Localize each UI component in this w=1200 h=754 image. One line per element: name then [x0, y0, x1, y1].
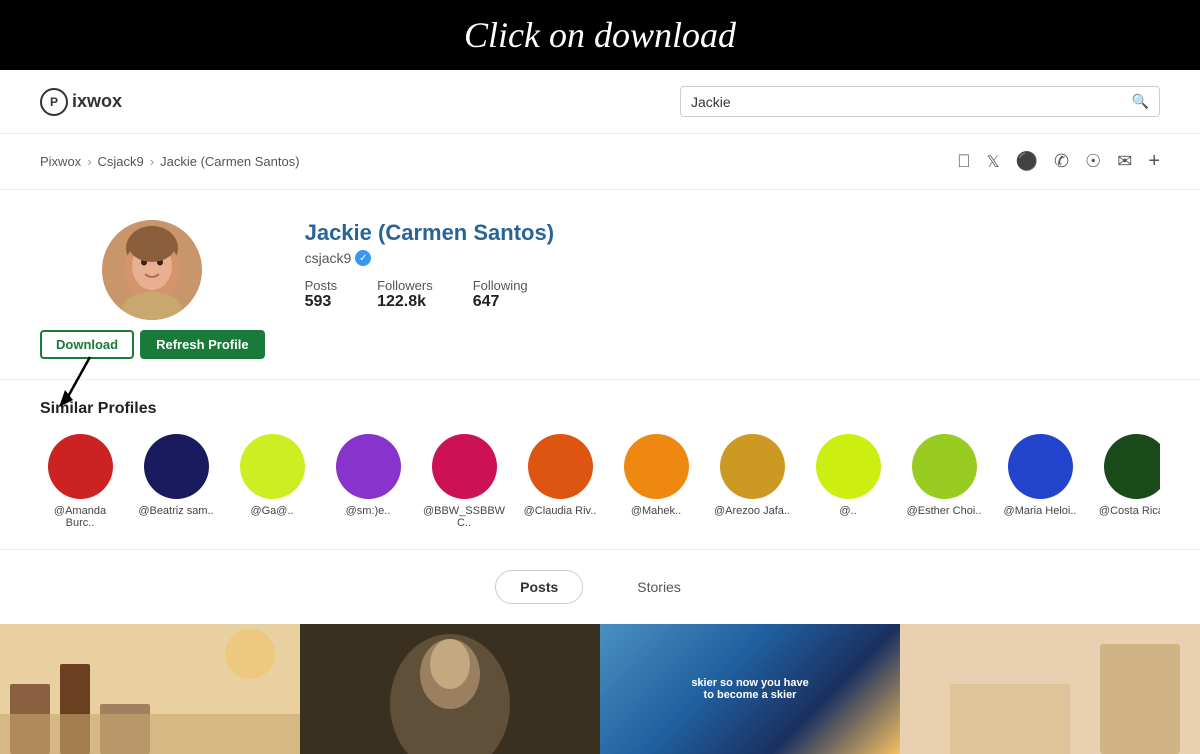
similar-profile-item[interactable]: @Ga@.. — [232, 434, 312, 517]
top-banner: Click on download — [0, 0, 1200, 70]
similar-section: Similar Profiles @Amanda Burc.. @Beatriz… — [0, 379, 1200, 550]
banner-text: Click on download — [464, 15, 736, 55]
similar-profile-name: @Esther Choi.. — [907, 505, 982, 517]
profile-buttons: Download Refresh Profile — [40, 330, 265, 359]
similar-avatar — [144, 434, 209, 499]
followers-label: Followers — [377, 278, 433, 293]
similar-avatar — [48, 434, 113, 499]
avatar — [102, 220, 202, 320]
search-input[interactable] — [691, 94, 1132, 110]
logo[interactable]: P ixwox — [40, 88, 122, 116]
search-bar: 🔍 — [680, 86, 1160, 117]
profile-name: Jackie (Carmen Santos) — [305, 220, 1160, 246]
similar-list: @Amanda Burc.. @Beatriz sam.. @Ga@.. @sm… — [40, 434, 1160, 529]
verified-badge: ✓ — [355, 250, 371, 266]
following-label: Following — [473, 278, 528, 293]
similar-avatar — [1104, 434, 1161, 499]
similar-profile-item[interactable]: @Costa Rican. — [1096, 434, 1160, 517]
similar-avatar — [912, 434, 977, 499]
similar-profile-item[interactable]: @Claudia Riv.. — [520, 434, 600, 517]
similar-avatar — [528, 434, 593, 499]
post-thumb-4[interactable] — [900, 624, 1200, 754]
profile-username: csjack9 ✓ — [305, 250, 1160, 266]
search-icon[interactable]: 🔍 — [1132, 93, 1149, 110]
stat-following: Following 647 — [473, 278, 528, 311]
similar-profile-name: @Maria Heloi.. — [1004, 505, 1077, 517]
profile-info: Jackie (Carmen Santos) csjack9 ✓ Posts 5… — [305, 220, 1160, 311]
pinterest-icon[interactable]: ⚫ — [1016, 151, 1038, 172]
similar-avatar — [432, 434, 497, 499]
post-thumb-2[interactable] — [300, 624, 600, 754]
breadcrumb-current: Jackie (Carmen Santos) — [160, 154, 299, 169]
breadcrumb-sep-1: › — [87, 154, 91, 169]
posts-value: 593 — [305, 293, 338, 311]
similar-profile-name: @sm:)e.. — [346, 505, 391, 517]
similar-profile-item[interactable]: @Amanda Burc.. — [40, 434, 120, 529]
breadcrumb-pixwox[interactable]: Pixwox — [40, 154, 81, 169]
reddit-icon[interactable]: ☉ — [1085, 151, 1101, 172]
similar-profile-item[interactable]: @Arezoo Jafa.. — [712, 434, 792, 517]
breadcrumb: Pixwox › Csjack9 › Jackie (Carmen Santos… — [40, 154, 300, 169]
social-icons:  𝕏 ⚫ ✆ ☉ ✉ + — [957, 150, 1160, 173]
stat-posts: Posts 593 — [305, 278, 338, 311]
tabs-row: Posts Stories — [0, 550, 1200, 614]
tab-posts[interactable]: Posts — [495, 570, 583, 604]
profile-stats: Posts 593 Followers 122.8k Following 647 — [305, 278, 1160, 311]
refresh-profile-button[interactable]: Refresh Profile — [140, 330, 264, 359]
followers-value: 122.8k — [377, 293, 433, 311]
arrow-svg — [55, 352, 105, 412]
similar-profile-name: @.. — [839, 505, 856, 517]
similar-profile-name: @Claudia Riv.. — [524, 505, 597, 517]
logo-icon: P — [40, 88, 68, 116]
profile-left: Download Refresh Profile — [40, 220, 265, 359]
posts-grid: skier so now you have to become a skier — [0, 614, 1200, 754]
logo-text: ixwox — [72, 91, 122, 112]
similar-avatar — [816, 434, 881, 499]
similar-profile-item[interactable]: @Maria Heloi.. — [1000, 434, 1080, 517]
stat-followers: Followers 122.8k — [377, 278, 433, 311]
similar-profile-name: @Mahek.. — [631, 505, 681, 517]
arrow-indicator — [55, 352, 105, 417]
more-icon[interactable]: + — [1148, 150, 1160, 173]
similar-profile-name: @Amanda Burc.. — [40, 505, 120, 529]
posts-label: Posts — [305, 278, 338, 293]
similar-profile-item[interactable]: @Esther Choi.. — [904, 434, 984, 517]
similar-profile-item[interactable]: @Mahek.. — [616, 434, 696, 517]
similar-profile-name: @Arezoo Jafa.. — [714, 505, 790, 517]
tab-stories[interactable]: Stories — [613, 570, 705, 604]
post-thumb-text: skier so now you have to become a skier — [675, 667, 825, 711]
similar-profile-name: @Costa Rican. — [1099, 505, 1160, 517]
facebook-icon[interactable]:  — [957, 151, 971, 172]
post-thumb-1[interactable] — [0, 624, 300, 754]
similar-profile-item[interactable]: @.. — [808, 434, 888, 517]
breadcrumb-row: Pixwox › Csjack9 › Jackie (Carmen Santos… — [0, 134, 1200, 190]
similar-profile-name: @Ga@.. — [250, 505, 293, 517]
similar-avatar — [720, 434, 785, 499]
whatsapp-icon[interactable]: ✆ — [1054, 151, 1069, 172]
similar-title: Similar Profiles — [40, 400, 1160, 418]
similar-avatar — [624, 434, 689, 499]
breadcrumb-sep-2: › — [150, 154, 154, 169]
breadcrumb-csjack9[interactable]: Csjack9 — [98, 154, 144, 169]
following-value: 647 — [473, 293, 528, 311]
similar-avatar — [336, 434, 401, 499]
similar-profile-item[interactable]: @sm:)e.. — [328, 434, 408, 517]
twitter-icon[interactable]: 𝕏 — [987, 152, 1000, 172]
similar-profile-item[interactable]: @BBW_SSBBW C.. — [424, 434, 504, 529]
similar-profile-name: @BBW_SSBBW C.. — [423, 505, 505, 529]
similar-avatar — [1008, 434, 1073, 499]
messenger-icon[interactable]: ✉ — [1117, 151, 1132, 172]
profile-section: Download Refresh Profile Jackie (Carmen … — [0, 190, 1200, 379]
similar-profile-item[interactable]: @Beatriz sam.. — [136, 434, 216, 517]
similar-avatar — [240, 434, 305, 499]
header: P ixwox 🔍 — [0, 70, 1200, 134]
similar-profile-name: @Beatriz sam.. — [138, 505, 213, 517]
avatar-image — [102, 220, 202, 320]
post-thumb-3[interactable]: skier so now you have to become a skier — [600, 624, 900, 754]
